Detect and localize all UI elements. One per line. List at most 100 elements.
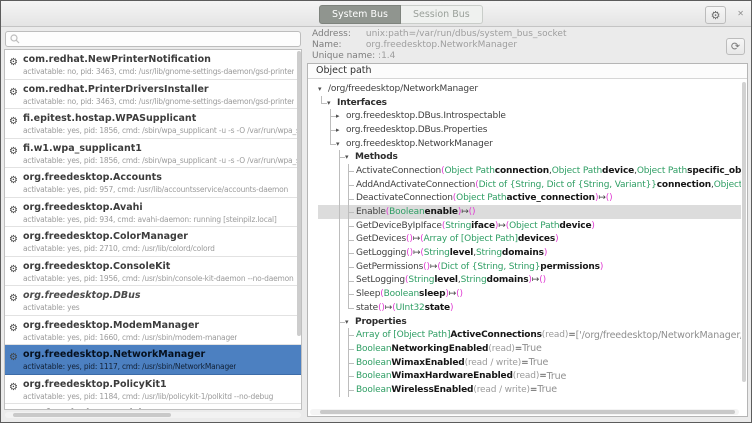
scrollbar-thumb[interactable]	[320, 410, 735, 414]
expander-open-icon[interactable]: ▾	[345, 153, 355, 161]
expander-closed-icon[interactable]: ▸	[336, 112, 346, 120]
tree-row[interactable]: ▾Properties	[318, 315, 741, 329]
tree-guide-line	[327, 287, 336, 301]
tree-text: SetLogging	[356, 275, 405, 285]
tree-row[interactable]: ▾Methods	[318, 150, 741, 164]
tree-row[interactable]: Boolean WirelessEnabled (read / write) =…	[318, 383, 741, 397]
list-item[interactable]: ⚙com.redhat.NewPrinterNotificationactiva…	[5, 50, 301, 80]
expander-closed-icon[interactable]: ▸	[336, 126, 346, 134]
signature-arg-name: domains	[487, 275, 529, 285]
detail-pane: Address: unix:path=/var/run/dbus/system_…	[306, 29, 748, 418]
tree-row[interactable]: Boolean WimaxEnabled (read / write) = Tr…	[318, 356, 741, 370]
service-detail: activatable: yes, pid: 957, cmd: /usr/li…	[23, 184, 288, 195]
service-name: fi.w1.wpa_supplicant1	[23, 142, 297, 155]
list-item[interactable]: ⚙org.freedesktop.UDisks	[5, 404, 301, 410]
object-path-header[interactable]: Object path	[308, 64, 747, 79]
tree-row[interactable]: Sleep (Boolean sleep) ↦ ()	[318, 287, 741, 301]
tree-guide-line	[318, 287, 327, 301]
tree-text: state	[356, 303, 378, 313]
tree-guide-line	[318, 96, 327, 110]
tree-row[interactable]: ▾/org/freedesktop/NetworkManager	[318, 82, 741, 96]
gear-icon: ⚙	[711, 9, 721, 22]
tree-text: org.freedesktop.NetworkManager	[346, 139, 493, 149]
tree-guide-line	[336, 301, 345, 315]
tree-guide-line	[336, 219, 345, 233]
service-detail: activatable: yes, pid: 1184, cmd: /usr/l…	[23, 391, 273, 402]
signature-type: Boolean	[389, 207, 424, 217]
tree-row[interactable]: ▸org.freedesktop.DBus.Introspectable	[318, 109, 741, 123]
tree-guide-line	[345, 342, 354, 356]
tree-row[interactable]: Boolean WimaxHardwareEnabled (read) = Tr…	[318, 369, 741, 383]
reload-button[interactable]: ⟳	[726, 38, 745, 55]
list-item[interactable]: ⚙fi.w1.wpa_supplicant1activatable: yes, …	[5, 139, 301, 169]
signature-type: Dict of {String, String}	[441, 262, 541, 272]
tree-row[interactable]: Boolean NetworkingEnabled (read) = True	[318, 342, 741, 356]
list-item[interactable]: ⚙org.freedesktop.ConsoleKitactivatable: …	[5, 257, 301, 287]
tree-guide-line	[318, 164, 327, 178]
search-input[interactable]	[5, 31, 301, 47]
tree-row[interactable]: ▸org.freedesktop.DBus.Properties	[318, 123, 741, 137]
tree-vertical-scrollbar[interactable]	[742, 82, 746, 382]
tree-text: GetPermissions	[356, 262, 423, 272]
tree-guide-line	[327, 315, 336, 329]
list-item[interactable]: ⚙org.freedesktop.ColorManageractivatable…	[5, 227, 301, 257]
tree-guide-line	[318, 150, 327, 164]
service-detail: activatable: no, pid: 3463, cmd: /usr/li…	[23, 66, 294, 77]
tree-row[interactable]: DeactivateConnection (Object Path active…	[318, 192, 741, 206]
list-item[interactable]: ⚙org.freedesktop.PolicyKit1activatable: …	[5, 375, 301, 405]
tree-row[interactable]: ActivateConnection (Object Path connecti…	[318, 164, 741, 178]
services-horizontal-scrollbar[interactable]	[5, 412, 301, 418]
tree-row[interactable]: state () ↦ (UInt32 state)	[318, 301, 741, 315]
services-vertical-scrollbar[interactable]	[297, 51, 301, 336]
tree-guide-line	[327, 137, 336, 151]
tree-row[interactable]: ▾org.freedesktop.NetworkManager	[318, 137, 741, 151]
list-item[interactable]: ⚙org.freedesktop.Accountsactivatable: ye…	[5, 168, 301, 198]
signature-type: Dict of {String, Dict of {String, Varian…	[479, 180, 657, 190]
list-item[interactable]: ⚙com.redhat.PrinterDriversInstalleractiv…	[5, 80, 301, 110]
list-item[interactable]: ⚙org.freedesktop.DBusactivatable: yes	[5, 286, 301, 316]
expander-open-icon[interactable]: ▾	[345, 318, 355, 326]
settings-button[interactable]: ⚙	[705, 6, 726, 24]
refresh-icon: ⟳	[731, 40, 740, 53]
tree-row[interactable]: AddAndActivateConnection (Dict of {Strin…	[318, 178, 741, 192]
list-item[interactable]: ⚙org.freedesktop.ModemManageractivatable…	[5, 316, 301, 346]
tree-horizontal-scrollbar[interactable]	[310, 409, 739, 415]
tab-session-bus[interactable]: Session Bus	[401, 5, 483, 24]
tree-guide-line	[345, 219, 354, 233]
tree-section-label: Interfaces	[337, 98, 387, 108]
signature-type: Boolean	[356, 358, 391, 368]
service-gear-icon: ⚙	[9, 87, 23, 98]
tree-row[interactable]: Enable (Boolean enable) ↦ ()	[318, 205, 741, 219]
tree-guide-line	[345, 356, 354, 370]
tree-guide-line	[336, 342, 345, 356]
signature-bracket: )	[450, 303, 453, 313]
signature-arg-name: ActiveConnections	[450, 330, 541, 340]
property-access: (read / write)	[465, 358, 522, 368]
tree-text: =	[521, 358, 528, 368]
tree-row[interactable]: ▾Interfaces	[318, 96, 741, 110]
tree-row[interactable]: SetLogging (String level, String domains…	[318, 274, 741, 288]
tree-row[interactable]: GetDevices () ↦ (Array of [Object Path] …	[318, 233, 741, 247]
tab-system-bus[interactable]: System Bus	[319, 5, 401, 24]
tree-guide-line	[345, 383, 354, 397]
tree-guide-line	[336, 287, 345, 301]
signature-bracket: ()	[606, 193, 613, 203]
tree-guide-line	[327, 150, 336, 164]
tree-row[interactable]: GetPermissions () ↦ (Dict of {String, St…	[318, 260, 741, 274]
service-gear-icon: ⚙	[9, 382, 23, 393]
tree-row[interactable]: Array of [Object Path] ActiveConnections…	[318, 328, 741, 342]
signature-bracket: ()	[469, 207, 476, 217]
signature-arg-name: level	[450, 248, 474, 258]
list-item[interactable]: ⚙org.freedesktop.Avahiactivatable: yes, …	[5, 198, 301, 228]
tree-row[interactable]: GetLogging () ↦ (String level, String do…	[318, 246, 741, 260]
scrollbar-thumb[interactable]	[13, 413, 171, 417]
list-item[interactable]: ⚙fi.epitest.hostap.WPASupplicantactivata…	[5, 109, 301, 139]
expander-open-icon[interactable]: ▾	[336, 140, 346, 148]
tree-row[interactable]: GetDeviceByIpIface (String iface) ↦ (Obj…	[318, 219, 741, 233]
expander-open-icon[interactable]: ▾	[327, 99, 337, 107]
close-button[interactable]: ✕	[737, 9, 744, 18]
list-item[interactable]: ⚙org.freedesktop.NetworkManageractivatab…	[5, 345, 301, 375]
signature-type: String	[424, 248, 450, 258]
expander-open-icon[interactable]: ▾	[318, 85, 328, 93]
tree-text: Enable	[356, 207, 386, 217]
